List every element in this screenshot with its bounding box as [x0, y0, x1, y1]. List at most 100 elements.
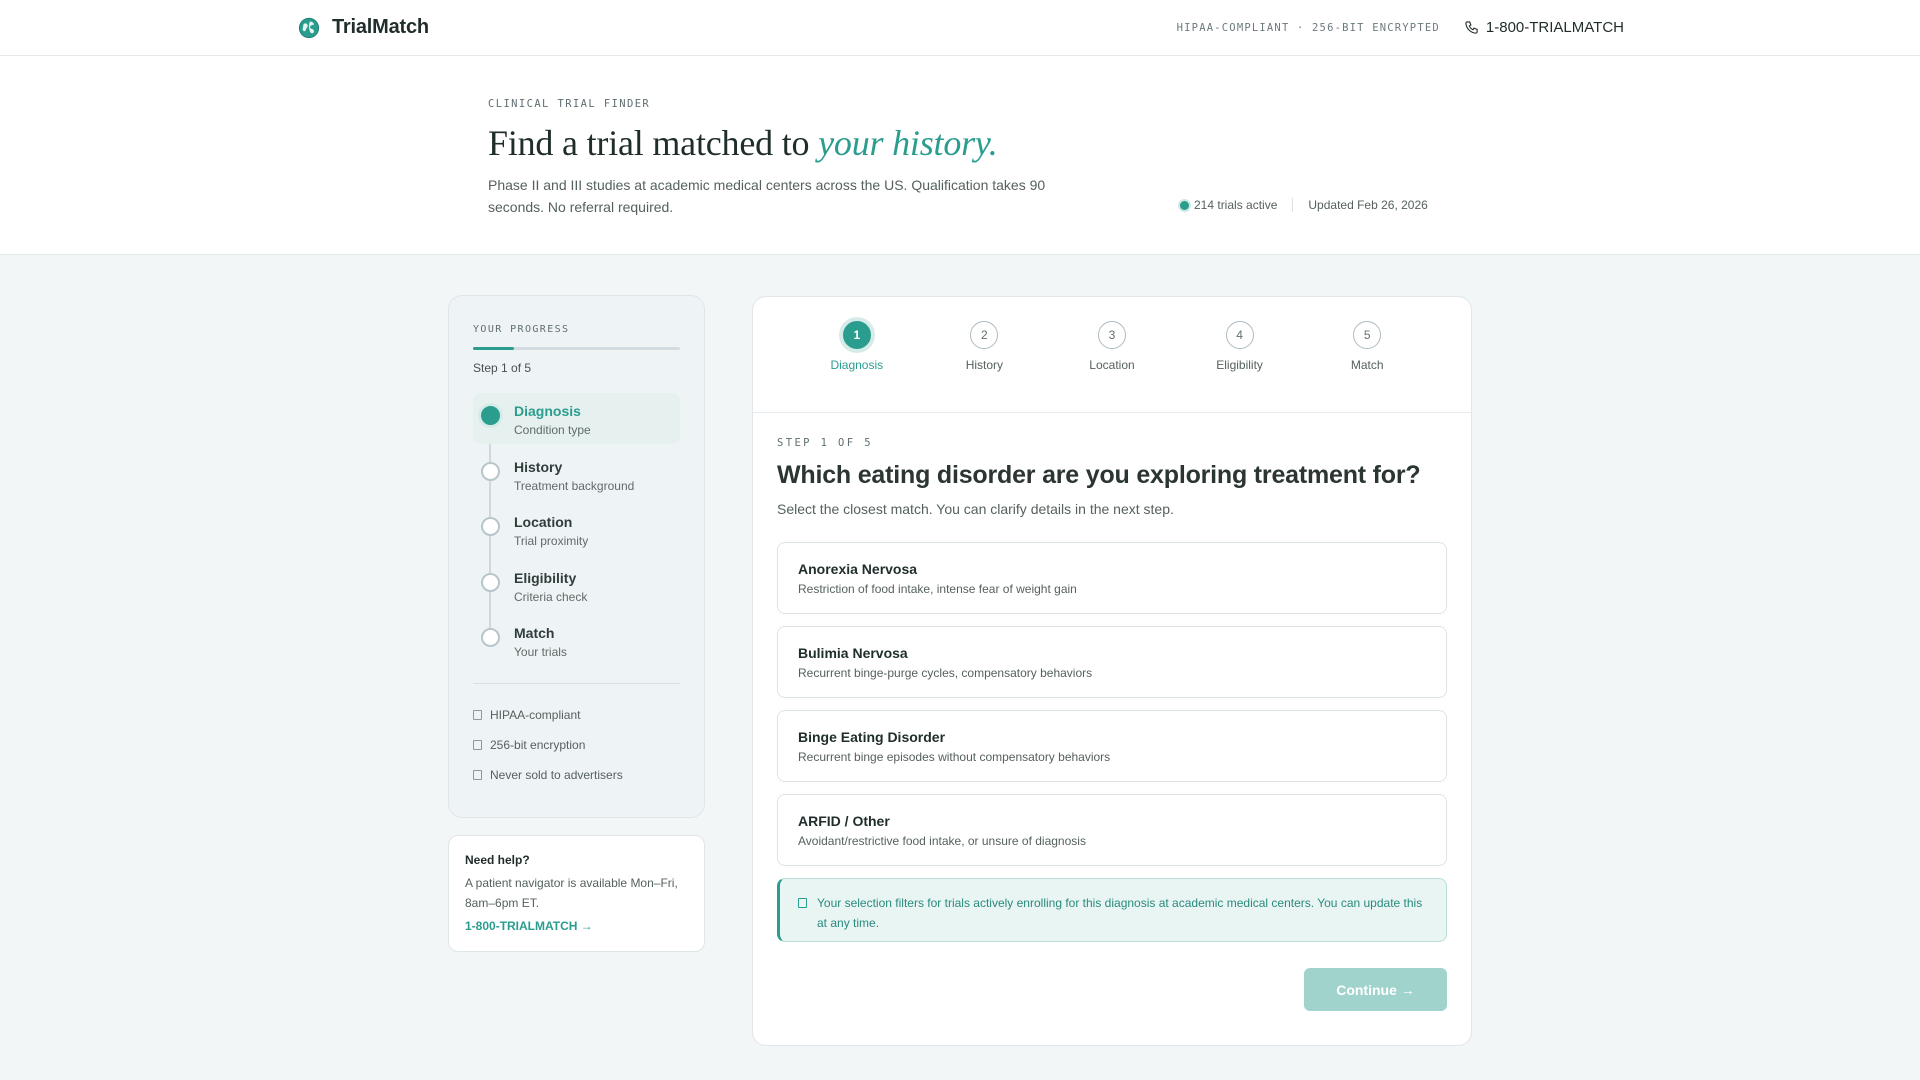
step-indicator: [481, 572, 500, 592]
step-eyebrow: STEP 1 OF 5: [777, 437, 873, 449]
help-card: Need help? A patient navigator is availa…: [448, 835, 705, 952]
lock-icon: [473, 710, 482, 720]
option-description: Restriction of food intake, intense fear…: [798, 582, 1077, 596]
hero-title-emphasis: your history.: [818, 123, 998, 163]
step-title: Eligibility: [514, 569, 577, 586]
trust-item: 256-bit encryption: [473, 730, 680, 760]
stepper-label: Match: [1350, 358, 1384, 372]
step-title: Diagnosis: [514, 403, 581, 419]
info-notice: Your selection filters for trials active…: [777, 878, 1447, 942]
stepper-step-history[interactable]: 2 History: [921, 321, 1049, 412]
hero-meta: 214 trials active Updated Feb 26, 2026: [1180, 198, 1428, 212]
brand-name: TrialMatch: [332, 16, 429, 38]
option-arfid-other[interactable]: ARFID / Other Avoidant/restrictive food …: [777, 794, 1447, 866]
step-subtitle: Trial proximity: [514, 534, 589, 548]
meta-divider: [1292, 198, 1294, 212]
phone-number: 1-800-TRIALMATCH: [1485, 19, 1624, 36]
progress-bar: [473, 347, 680, 350]
card-body: STEP 1 OF 5 Which eating disorder are yo…: [753, 413, 1471, 1011]
option-title: Binge Eating Disorder: [798, 729, 946, 745]
stepper-label: Diagnosis: [830, 358, 884, 372]
hero: CLINICAL TRIAL FINDER Find a trial match…: [0, 56, 1920, 255]
step-indicator: [481, 628, 500, 647]
stepper-label: Eligibility: [1216, 358, 1263, 372]
step-indicator: [481, 517, 500, 536]
option-bulimia-nervosa[interactable]: Bulimia Nervosa Recurrent binge-purge cy…: [777, 626, 1447, 698]
trust-item: Never sold to advertisers: [473, 760, 680, 790]
stepper-label: History: [965, 358, 1004, 372]
step-title: Location: [514, 514, 573, 530]
updated-date: Updated Feb 26, 2026: [1308, 198, 1428, 212]
hero-subtitle: Phase II and III studies at academic med…: [488, 177, 1046, 215]
stepper-step-eligibility[interactable]: 4 Eligibility: [1176, 321, 1304, 412]
lock-icon: [473, 740, 482, 750]
progress-eyebrow: YOUR PROGRESS: [473, 324, 570, 335]
progress-text: Step 1 of 5: [473, 361, 532, 375]
stepper-number: 1: [842, 321, 871, 349]
globe-logo-icon: [298, 17, 320, 38]
phone-link[interactable]: 1-800-TRIALMATCH: [1464, 19, 1624, 36]
option-description: Avoidant/restrictive food intake, or uns…: [798, 834, 1086, 848]
question-subtitle: Select the closest match. You can clarif…: [777, 501, 1174, 517]
step-subtitle: Your trials: [514, 645, 567, 659]
top-bar-right: HIPAA-COMPLIANT · 256-BIT ENCRYPTED 1-80…: [1177, 19, 1624, 36]
sidebar-step-eligibility[interactable]: Eligibility Criteria check: [473, 560, 680, 611]
step-title: Match: [514, 625, 555, 641]
info-icon: [798, 898, 807, 908]
option-title: ARFID / Other: [798, 813, 890, 829]
card-actions: Continue →: [777, 968, 1447, 1011]
stepper-number: 4: [1225, 321, 1254, 349]
hero-title-plain: Find a trial matched to: [488, 123, 819, 163]
step-indicator: [481, 461, 500, 481]
trust-label: HIPAA-compliant: [490, 708, 581, 722]
help-title: Need help?: [465, 853, 530, 867]
sidebar-step-location[interactable]: Location Trial proximity: [473, 504, 680, 555]
option-title: Bulimia Nervosa: [798, 645, 908, 661]
continue-button[interactable]: Continue →: [1304, 968, 1447, 1011]
help-phone-link[interactable]: 1-800-TRIALMATCH →: [465, 919, 593, 933]
stepper-number: 5: [1353, 321, 1382, 349]
option-binge-eating-disorder[interactable]: Binge Eating Disorder Recurrent binge ep…: [777, 710, 1447, 782]
option-list: Anorexia Nervosa Restriction of food int…: [777, 542, 1447, 866]
top-bar: TrialMatch HIPAA-COMPLIANT · 256-BIT ENC…: [0, 0, 1920, 56]
stepper-number: 3: [1097, 321, 1126, 349]
step-indicator: [481, 406, 500, 425]
step-subtitle: Treatment background: [514, 478, 635, 493]
progress-bar-fill: [473, 347, 515, 350]
step-list: Diagnosis Condition type History Treatme…: [473, 393, 680, 666]
sidebar-divider: [473, 683, 680, 684]
stepper-step-diagnosis[interactable]: 1 Diagnosis: [793, 321, 921, 412]
question-card: 1 Diagnosis 2 History 3 Location 4 Eligi…: [752, 296, 1472, 1046]
brand[interactable]: TrialMatch: [298, 16, 429, 39]
question-title: Which eating disorder are you exploring …: [777, 461, 1421, 489]
trust-list: HIPAA-compliant 256-bit encryption Never…: [473, 700, 680, 790]
trials-active: 214 trials active: [1194, 198, 1278, 212]
live-status-dot: [1180, 200, 1189, 210]
stepper-label: Location: [1089, 358, 1135, 372]
step-subtitle: Condition type: [514, 423, 591, 437]
hero-title: Find a trial matched to your history.: [488, 122, 1448, 164]
progress-sidebar: YOUR PROGRESS Step 1 of 5 Diagnosis Cond…: [448, 295, 705, 818]
step-subtitle: Criteria check: [514, 589, 588, 604]
help-text: A patient navigator is available Mon–Fri…: [465, 876, 678, 910]
sidebar-step-match[interactable]: Match Your trials: [473, 615, 680, 666]
option-title: Anorexia Nervosa: [798, 561, 918, 577]
trust-item: HIPAA-compliant: [473, 700, 680, 730]
stepper: 1 Diagnosis 2 History 3 Location 4 Eligi…: [753, 297, 1471, 413]
sidebar-step-history[interactable]: History Treatment background: [473, 449, 680, 500]
option-description: Recurrent binge-purge cycles, compensato…: [798, 666, 1093, 680]
sidebar-step-diagnosis[interactable]: Diagnosis Condition type: [473, 393, 680, 444]
stepper-number: 2: [970, 321, 999, 349]
stepper-step-location[interactable]: 3 Location: [1048, 321, 1176, 412]
step-title: History: [514, 458, 563, 475]
lock-icon: [473, 770, 482, 780]
compliance-tagline: HIPAA-COMPLIANT · 256-BIT ENCRYPTED: [1176, 21, 1440, 34]
trust-label: 256-bit encryption: [490, 738, 586, 752]
hero-eyebrow: CLINICAL TRIAL FINDER: [488, 98, 651, 110]
trust-label: Never sold to advertisers: [490, 768, 623, 782]
stepper-step-match[interactable]: 5 Match: [1303, 321, 1431, 412]
option-description: Recurrent binge episodes without compens…: [798, 750, 1111, 764]
phone-icon: [1465, 21, 1478, 34]
notice-text: Your selection filters for trials active…: [817, 896, 1423, 930]
option-anorexia-nervosa[interactable]: Anorexia Nervosa Restriction of food int…: [777, 542, 1447, 614]
